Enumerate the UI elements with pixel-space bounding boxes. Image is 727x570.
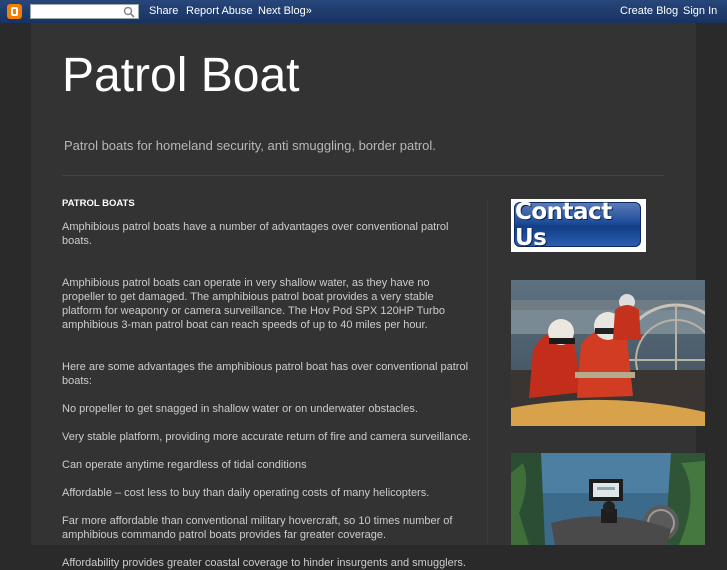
blogger-navbar: Share Report Abuse Next Blog» Create Blo… — [0, 0, 727, 23]
next-blog-link[interactable]: Next Blog» — [258, 5, 312, 17]
search-icon[interactable] — [123, 6, 135, 18]
hov-pod-display-photo — [511, 453, 705, 545]
post-paragraph: Can operate anytime regardless of tidal … — [62, 459, 307, 471]
post-paragraph: Here are some advantages the amphibious … — [62, 361, 469, 387]
contact-us-button[interactable]: Contact Us — [511, 199, 646, 252]
post-paragraph: Far more affordable than conventional mi… — [62, 515, 453, 541]
patrol-boat-crew-photo — [511, 280, 705, 426]
post-title: PATROL BOATS — [62, 198, 135, 209]
post-paragraph: No propeller to get snagged in shallow w… — [62, 403, 418, 415]
search-input[interactable] — [30, 4, 139, 19]
report-abuse-link[interactable]: Report Abuse — [186, 5, 253, 17]
share-link[interactable]: Share — [149, 5, 178, 17]
blog-post: PATROL BOATS Amphibious patrol boats hav… — [62, 197, 472, 570]
post-paragraph: Amphibious patrol boats can operate in v… — [62, 277, 445, 331]
blog-title[interactable]: Patrol Boat — [62, 47, 299, 105]
blogger-logo-icon[interactable] — [7, 4, 22, 19]
header-divider — [62, 175, 664, 176]
post-paragraph: Affordable – cost less to buy than daily… — [62, 487, 430, 499]
blog-description: Patrol boats for homeland security, anti… — [64, 138, 436, 153]
sign-in-link[interactable]: Sign In — [683, 5, 717, 17]
sidebar-divider — [487, 200, 488, 545]
post-paragraph: Affordability provides greater coastal c… — [62, 557, 466, 569]
post-paragraph: Amphibious patrol boats have a number of… — [62, 221, 449, 247]
contact-us-label: Contact Us — [514, 199, 641, 251]
post-paragraph: Very stable platform, providing more acc… — [62, 431, 472, 443]
create-blog-link[interactable]: Create Blog — [620, 5, 678, 17]
